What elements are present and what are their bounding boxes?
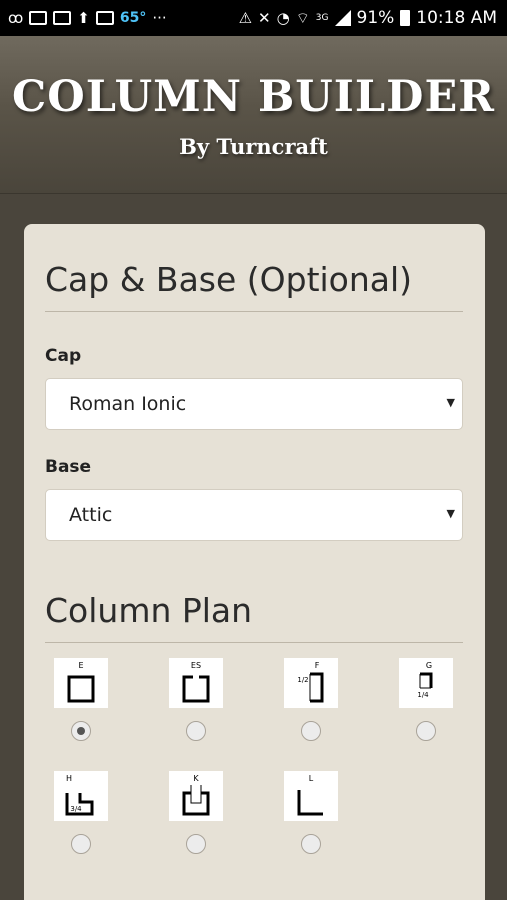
- signal-icon: [334, 10, 351, 26]
- cap-select-value: Roman Ionic: [69, 393, 187, 415]
- divider: [45, 642, 463, 643]
- status-left: ꝏ ⬆ 65° ···: [8, 10, 167, 26]
- base-select-value: Attic: [69, 504, 113, 526]
- status-right: ⚠ ✕ ◔ ⌔ 3G 91% 10:18 AM: [239, 8, 497, 28]
- plan-option-es[interactable]: ES: [169, 658, 223, 708]
- plan-g-code: G: [426, 661, 432, 670]
- status-bar: ꝏ ⬆ 65° ··· ⚠ ✕ ◔ ⌔ 3G 91% 10:18 AM: [0, 0, 507, 36]
- plan-k-radio[interactable]: [186, 834, 206, 854]
- temperature: 65°: [119, 10, 147, 26]
- plan-k-diagram: K: [169, 771, 223, 821]
- plan-f-diagram: F 1/2: [284, 658, 338, 708]
- plan-k-code: K: [193, 774, 199, 783]
- builder-card: Cap & Base (Optional) Cap Roman Ionic ▼ …: [24, 224, 485, 900]
- wifi-icon: ⌔: [295, 8, 310, 27]
- plan-e-radio[interactable]: [71, 721, 91, 741]
- plan-e-diagram: E: [54, 658, 108, 708]
- base-label: Base: [45, 457, 92, 477]
- cap-label: Cap: [45, 346, 82, 366]
- mute-icon: ✕: [258, 8, 271, 27]
- plan-l-radio[interactable]: [301, 834, 321, 854]
- more-icon: ···: [152, 8, 167, 27]
- plan-es-radio[interactable]: [186, 721, 206, 741]
- voicemail-icon: ꝏ: [8, 8, 24, 27]
- plan-option-g[interactable]: G 1/4: [399, 658, 453, 708]
- plan-f-note: 1/2: [297, 676, 308, 684]
- alarm-icon: ◔: [276, 8, 290, 27]
- column-plan-heading: Column Plan: [45, 591, 253, 630]
- plan-option-e[interactable]: E: [54, 658, 108, 708]
- network-type: 3G: [315, 12, 329, 23]
- chevron-down-icon: ▼: [446, 396, 455, 409]
- plan-g-note: 1/4: [417, 691, 429, 699]
- plan-h-diagram: H 3/4: [54, 771, 108, 821]
- plan-option-h[interactable]: H 3/4: [54, 771, 108, 821]
- cap-select[interactable]: Roman Ionic ▼: [45, 378, 463, 430]
- plan-l-diagram: L: [284, 771, 338, 821]
- cap-base-heading: Cap & Base (Optional): [45, 260, 413, 299]
- plan-f-code: F: [315, 661, 320, 670]
- divider: [45, 311, 463, 312]
- plan-es-code: ES: [191, 661, 201, 670]
- data-saver-icon: ⚠: [238, 8, 253, 27]
- image-icon: [95, 11, 114, 25]
- app-header: COLUMN BUILDER By Turncraft: [0, 36, 507, 194]
- chevron-down-icon: ▼: [446, 507, 455, 520]
- plan-f-radio[interactable]: [301, 721, 321, 741]
- plan-h-code: H: [66, 774, 72, 783]
- plan-l-code: L: [309, 774, 314, 783]
- plan-h-note: 3/4: [70, 805, 82, 813]
- plan-e-code: E: [78, 661, 83, 670]
- battery-percent: 91%: [356, 8, 395, 28]
- clock: 10:18 AM: [416, 8, 497, 28]
- plan-g-radio[interactable]: [416, 721, 436, 741]
- plan-option-l[interactable]: L: [284, 771, 338, 821]
- battery-icon: [400, 10, 411, 26]
- plan-option-f[interactable]: F 1/2: [284, 658, 338, 708]
- base-select[interactable]: Attic ▼: [45, 489, 463, 541]
- plan-option-k[interactable]: K: [169, 771, 223, 821]
- gmail-icon: [29, 11, 48, 25]
- chat-icon: [53, 11, 72, 25]
- upload-icon: ⬆: [77, 8, 90, 27]
- plan-es-diagram: ES: [169, 658, 223, 708]
- plan-g-diagram: G 1/4: [399, 658, 453, 708]
- plan-h-radio[interactable]: [71, 834, 91, 854]
- app-title: COLUMN BUILDER: [12, 72, 495, 122]
- app-subtitle: By Turncraft: [179, 134, 328, 159]
